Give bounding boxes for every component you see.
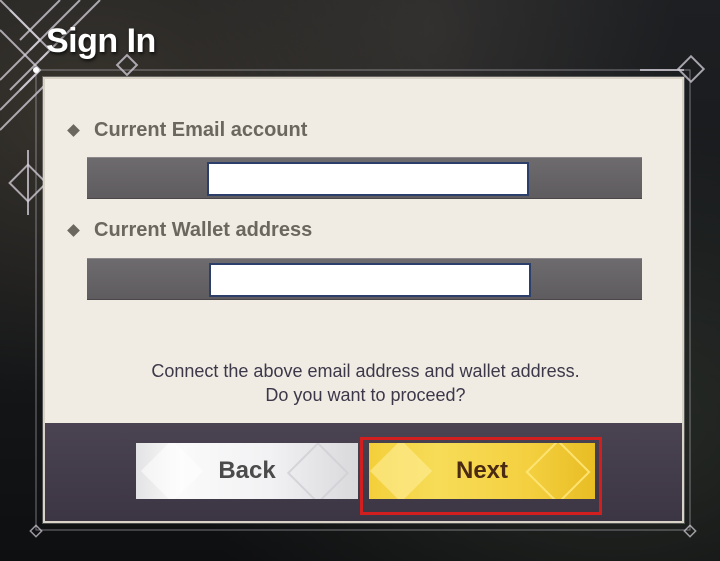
wallet-label: Current Wallet address (65, 219, 312, 242)
next-button[interactable]: Next (369, 443, 595, 499)
diamond-bullet-icon (67, 124, 80, 137)
back-button-label: Back (218, 457, 276, 484)
email-field-bar (87, 157, 642, 199)
wallet-label-text: Current Wallet address (94, 219, 313, 241)
sign-in-dialog: Current Email account Current Wallet add… (43, 77, 684, 523)
dialog-footer: Back Next (45, 423, 682, 521)
confirmation-message: Connect the above email address and wall… (45, 359, 686, 407)
email-label-text: Current Email account (94, 119, 308, 141)
email-label: Current Email account (65, 119, 307, 142)
message-line-1: Connect the above email address and wall… (151, 361, 580, 381)
message-line-2: Do you want to proceed? (265, 385, 466, 405)
wallet-field-bar (87, 258, 642, 300)
wallet-input[interactable] (209, 263, 531, 297)
page-title: Sign In (46, 22, 156, 60)
next-button-label: Next (455, 457, 509, 484)
back-button[interactable]: Back (136, 443, 358, 499)
diamond-bullet-icon (67, 224, 80, 237)
email-input[interactable] (207, 162, 529, 196)
